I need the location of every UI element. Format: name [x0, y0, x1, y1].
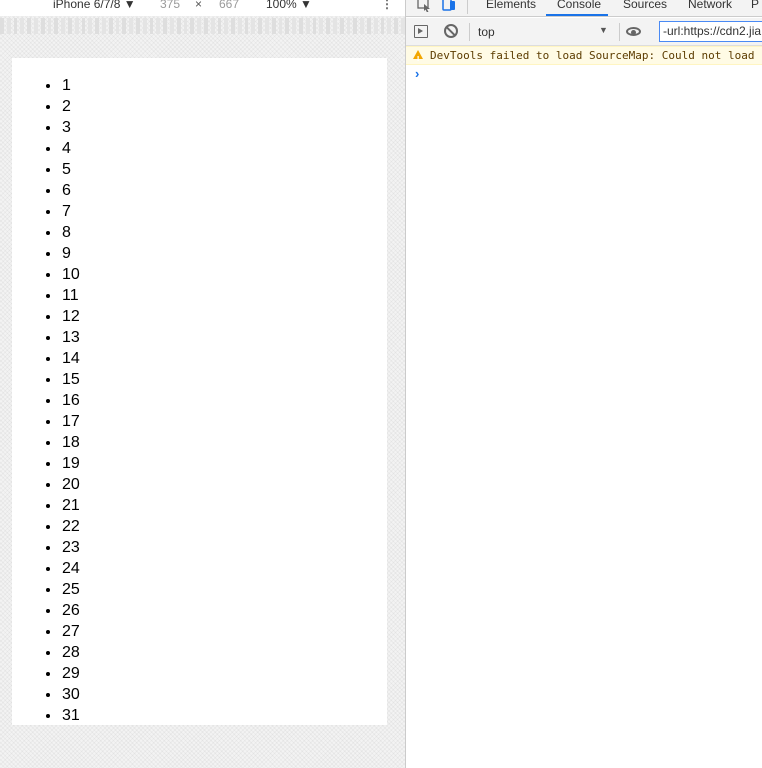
list-item: 15: [61, 369, 387, 390]
list-item: 12: [61, 306, 387, 327]
chevron-down-icon[interactable]: ▼: [599, 25, 608, 35]
eye-icon[interactable]: [626, 27, 641, 36]
list-item: 28: [61, 642, 387, 663]
devtools-panel: Elements Console Sources Network P top ▼…: [406, 0, 762, 768]
list-item: 27: [61, 621, 387, 642]
tab-network[interactable]: Network: [688, 0, 732, 11]
list-item: 26: [61, 600, 387, 621]
list-item: 5: [61, 159, 387, 180]
list-item: 20: [61, 474, 387, 495]
list-item: 18: [61, 432, 387, 453]
zoom-select[interactable]: 100% ▼: [266, 0, 312, 11]
width-input[interactable]: 375: [160, 0, 180, 11]
list-item: 1: [61, 75, 387, 96]
toolbar-separator: [469, 23, 470, 41]
clear-console-icon[interactable]: [444, 24, 458, 38]
list-item: 13: [61, 327, 387, 348]
device-toolbar: iPhone 6/7/8 ▼ 375 × 667 100% ▼ ⋮: [0, 0, 405, 16]
list-item: 23: [61, 537, 387, 558]
list-item: 31: [61, 705, 387, 725]
list-item: 24: [61, 558, 387, 579]
tab-performance[interactable]: P: [751, 0, 759, 11]
list-item: 6: [61, 180, 387, 201]
warning-text: DevTools failed to load SourceMap: Could…: [430, 49, 762, 62]
devtools-tabbar: Elements Console Sources Network P: [406, 0, 762, 17]
list-item: 25: [61, 579, 387, 600]
number-list: 1234567891011121314151617181920212223242…: [12, 58, 387, 725]
tab-console[interactable]: Console: [557, 0, 601, 11]
device-toggle-icon[interactable]: [441, 0, 457, 15]
list-item: 9: [61, 243, 387, 264]
tabbar-divider: [467, 0, 468, 14]
sidebar-icon[interactable]: [414, 25, 428, 38]
list-item: 8: [61, 222, 387, 243]
list-item: 22: [61, 516, 387, 537]
list-item: 7: [61, 201, 387, 222]
context-selector[interactable]: top: [478, 25, 495, 39]
tab-sources[interactable]: Sources: [623, 0, 667, 11]
list-item: 11: [61, 285, 387, 306]
height-input[interactable]: 667: [219, 0, 239, 11]
list-item: 2: [61, 96, 387, 117]
inspect-icon[interactable]: [416, 0, 432, 15]
dimension-separator: ×: [195, 0, 203, 11]
list-item: 19: [61, 453, 387, 474]
list-item: 14: [61, 348, 387, 369]
list-item: 3: [61, 117, 387, 138]
prompt-chevron-icon[interactable]: ›: [415, 66, 419, 81]
active-tab-indicator: [546, 14, 608, 16]
list-item: 10: [61, 264, 387, 285]
warning-icon: [413, 50, 423, 64]
emulated-viewport[interactable]: 1234567891011121314151617181920212223242…: [12, 58, 387, 725]
more-options-icon[interactable]: ⋮: [381, 0, 393, 11]
filter-input[interactable]: -url:https://cdn2.jia: [659, 21, 762, 42]
toolbar-separator: [619, 23, 620, 41]
media-query-ruler: [0, 18, 405, 34]
tab-elements[interactable]: Elements: [486, 0, 536, 11]
device-emulation-pane: iPhone 6/7/8 ▼ 375 × 667 100% ▼ ⋮ 123456…: [0, 0, 405, 768]
device-select[interactable]: iPhone 6/7/8 ▼: [53, 0, 136, 11]
console-toolbar: top ▼ -url:https://cdn2.jia: [406, 18, 762, 46]
list-item: 21: [61, 495, 387, 516]
console-warning-message: DevTools failed to load SourceMap: Could…: [406, 46, 762, 65]
list-item: 16: [61, 390, 387, 411]
list-item: 4: [61, 138, 387, 159]
list-item: 29: [61, 663, 387, 684]
list-item: 30: [61, 684, 387, 705]
list-item: 17: [61, 411, 387, 432]
